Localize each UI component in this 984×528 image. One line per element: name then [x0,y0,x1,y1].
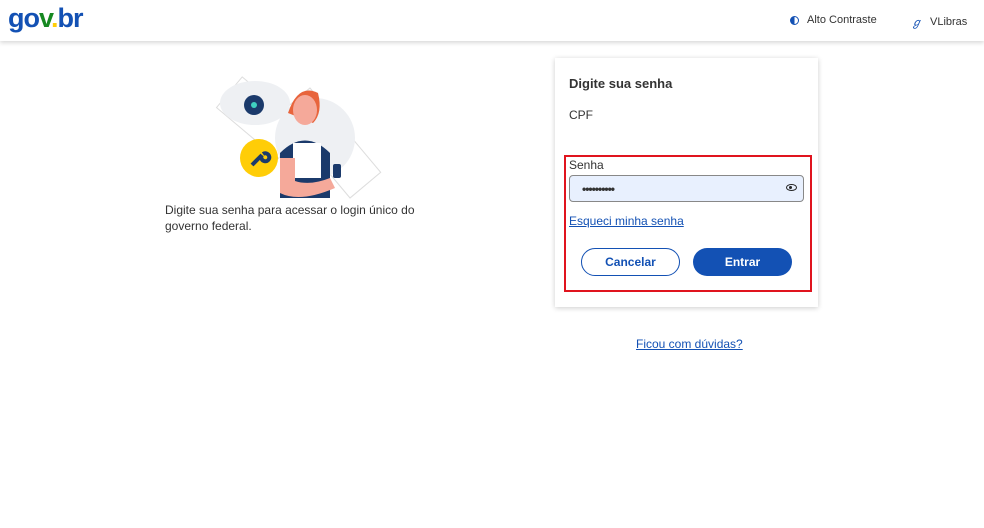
login-card: Digite sua senha CPF Senha •••••••••• Es… [555,58,818,307]
password-value: •••••••••• [582,182,615,196]
forgot-password-link[interactable]: Esqueci minha senha [569,214,684,228]
password-input[interactable]: •••••••••• [569,175,804,202]
govbr-logo[interactable]: gov.br [8,3,83,34]
high-contrast-button[interactable]: Alto Contraste [790,14,877,26]
enter-button[interactable]: Entrar [693,248,792,276]
vlibras-button[interactable]: ℊ VLibras [911,14,967,30]
password-label: Senha [569,158,604,172]
cancel-button[interactable]: Cancelar [581,248,680,276]
contrast-icon [790,15,799,25]
contrast-label: Alto Contraste [807,14,877,26]
login-description: Digite sua senha para acessar o login ún… [165,203,415,233]
eye-icon[interactable] [786,184,797,191]
card-title: Digite sua senha [569,76,673,91]
vlibras-label: VLibras [930,16,968,28]
help-link[interactable]: Ficou com dúvidas? [636,337,743,351]
cpf-label: CPF [569,108,593,122]
login-illustration [215,76,382,199]
highlighted-password-section: Senha •••••••••• Esqueci minha senha Can… [564,155,812,292]
sign-language-icon: ℊ [911,17,922,29]
header: gov.br Alto Contraste ℊ VLibras [0,0,984,41]
